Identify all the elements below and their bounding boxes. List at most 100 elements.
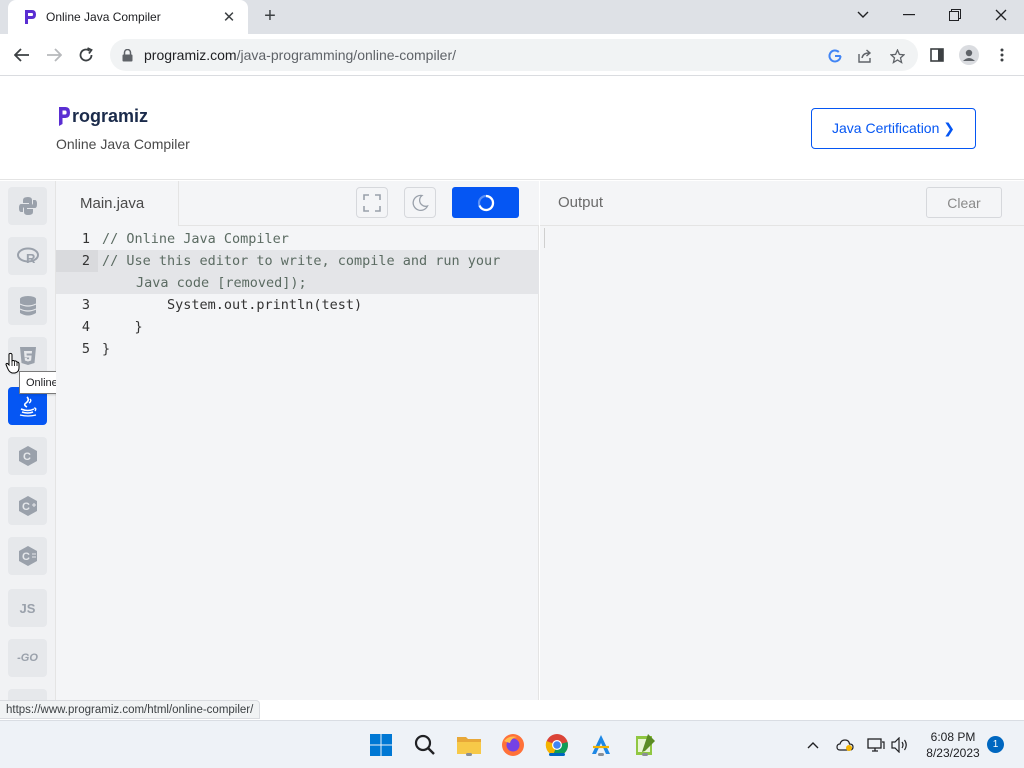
browser-toolbar: programiz.com/java-programming/online-co…: [0, 34, 1024, 76]
restore-icon[interactable]: [932, 0, 978, 30]
notepad-plus-icon[interactable]: [631, 731, 659, 759]
chrome-icon[interactable]: [543, 731, 571, 759]
firefox-icon[interactable]: [499, 731, 527, 759]
sidebar-item-sql[interactable]: [8, 287, 47, 325]
programiz-favicon-icon: [22, 9, 38, 25]
line-number: 4: [81, 319, 90, 335]
lock-icon[interactable]: [122, 48, 136, 62]
editor-header: Main.java: [56, 181, 539, 226]
tab-close-icon[interactable]: ✕: [220, 8, 238, 26]
r-lang-icon: R: [16, 247, 39, 265]
active-app-indicator: [549, 753, 565, 756]
sidebar-item-r[interactable]: R: [8, 237, 47, 275]
forward-arrow-icon[interactable]: [40, 41, 68, 69]
code-line: 5 }: [56, 338, 539, 360]
sidebar-item-js[interactable]: JS: [8, 589, 47, 627]
back-arrow-icon[interactable]: [8, 41, 36, 69]
code-text: }: [102, 341, 111, 357]
csharp-icon: C: [18, 546, 37, 566]
app-a-icon[interactable]: [587, 731, 615, 759]
code-area[interactable]: 1 // Online Java Compiler 2 // Use this …: [56, 227, 539, 360]
network-icon[interactable]: [867, 736, 885, 754]
line-number: 3: [81, 297, 90, 313]
windows-taskbar: 6:08 PM 8/23/2023 1: [0, 720, 1024, 768]
loading-spinner-icon: [477, 194, 494, 211]
code-editor-pane: Main.java 1 // Online Java Compiler 2 //…: [56, 181, 539, 700]
start-button-windows-icon[interactable]: [367, 731, 395, 759]
tab-search-chevron-icon[interactable]: [840, 0, 886, 30]
file-explorer-icon[interactable]: [455, 731, 483, 759]
clear-button[interactable]: Clear: [926, 187, 1002, 218]
new-tab-button[interactable]: +: [258, 5, 282, 29]
link-status-bubble: https://www.programiz.com/html/online-co…: [0, 700, 261, 719]
output-header: Output Clear: [540, 181, 1024, 226]
volume-icon[interactable]: [891, 736, 909, 754]
notification-badge[interactable]: 1: [987, 736, 1004, 753]
onedrive-warning-icon[interactable]: [836, 736, 854, 754]
programiz-logo-icon: [59, 107, 70, 126]
go-icon: -GO: [17, 652, 38, 664]
svg-text:C: C: [22, 501, 30, 513]
svg-text:C: C: [22, 551, 30, 563]
profile-avatar-icon[interactable]: [955, 41, 983, 69]
url-text: programiz.com/java-programming/online-co…: [144, 47, 457, 63]
system-clock[interactable]: 6:08 PM 8/23/2023: [918, 729, 988, 761]
svg-text:C: C: [23, 451, 31, 463]
database-icon: [19, 296, 36, 316]
close-window-icon[interactable]: [978, 0, 1024, 30]
svg-text:R: R: [26, 251, 36, 265]
side-panel-icon[interactable]: [923, 41, 951, 69]
cpp-icon: C: [18, 496, 37, 516]
browser-tab-strip: Online Java Compiler ✕ +: [0, 0, 1024, 34]
line-number: 5: [81, 341, 90, 357]
file-tab-main-java[interactable]: Main.java: [56, 181, 179, 226]
output-pane: Output Clear: [540, 181, 1024, 700]
browser-menu-icon[interactable]: [988, 41, 1016, 69]
code-line: 1 // Online Java Compiler: [56, 228, 539, 250]
fullscreen-button[interactable]: [356, 187, 388, 218]
sidebar-item-python[interactable]: [8, 187, 47, 225]
language-sidebar: R C C C JS -GO: [0, 181, 56, 700]
code-text: }: [102, 319, 143, 335]
line-number: 1: [81, 231, 90, 247]
js-icon: JS: [19, 600, 36, 616]
tray-overflow-chevron-icon[interactable]: [804, 736, 822, 754]
clock-date: 8/23/2023: [926, 746, 980, 760]
browser-tab-active[interactable]: Online Java Compiler ✕: [8, 0, 248, 34]
fullscreen-icon: [363, 193, 381, 212]
programiz-logo[interactable]: rogramiz: [57, 105, 148, 127]
address-bar[interactable]: programiz.com/java-programming/online-co…: [110, 39, 918, 71]
code-line: 4 }: [56, 316, 539, 338]
sidebar-item-c[interactable]: C: [8, 437, 47, 475]
sidebar-item-cpp[interactable]: C: [8, 487, 47, 525]
tab-title: Online Java Compiler: [46, 10, 161, 24]
code-text-wrapped: Java code [removed]);: [136, 275, 307, 291]
taskbar-search-icon[interactable]: [411, 731, 439, 759]
output-terminal-caret[interactable]: [544, 228, 545, 248]
python-icon: [18, 197, 37, 215]
running-indicator: [466, 753, 472, 756]
code-line: 2 // Use this editor to write, compile a…: [56, 250, 539, 294]
reload-icon[interactable]: [72, 41, 100, 69]
hand-pointer-cursor-icon: [5, 352, 20, 374]
sidebar-item-go[interactable]: -GO: [8, 639, 47, 677]
java-icon: [19, 396, 36, 417]
google-translate-icon[interactable]: [826, 47, 844, 65]
code-line: 3 System.out.println(test): [56, 294, 539, 316]
run-button[interactable]: [452, 187, 519, 218]
page-subtitle: Online Java Compiler: [56, 136, 190, 152]
running-indicator: [642, 753, 648, 756]
output-title: Output: [558, 194, 604, 211]
dark-mode-toggle[interactable]: [404, 187, 436, 218]
sidebar-item-csharp[interactable]: C: [8, 537, 47, 575]
bookmark-star-icon[interactable]: [888, 47, 906, 65]
share-icon[interactable]: [856, 47, 874, 65]
moon-icon: [412, 194, 429, 211]
clock-time: 6:08 PM: [930, 730, 976, 744]
running-indicator: [598, 753, 604, 756]
sidebar-item-more[interactable]: [8, 689, 47, 700]
minimize-icon[interactable]: [886, 0, 932, 30]
code-text: System.out.println(test): [102, 297, 363, 313]
java-certification-button[interactable]: Java Certification ❯: [811, 108, 976, 149]
code-text: // Use this editor to write, compile and…: [102, 253, 501, 269]
